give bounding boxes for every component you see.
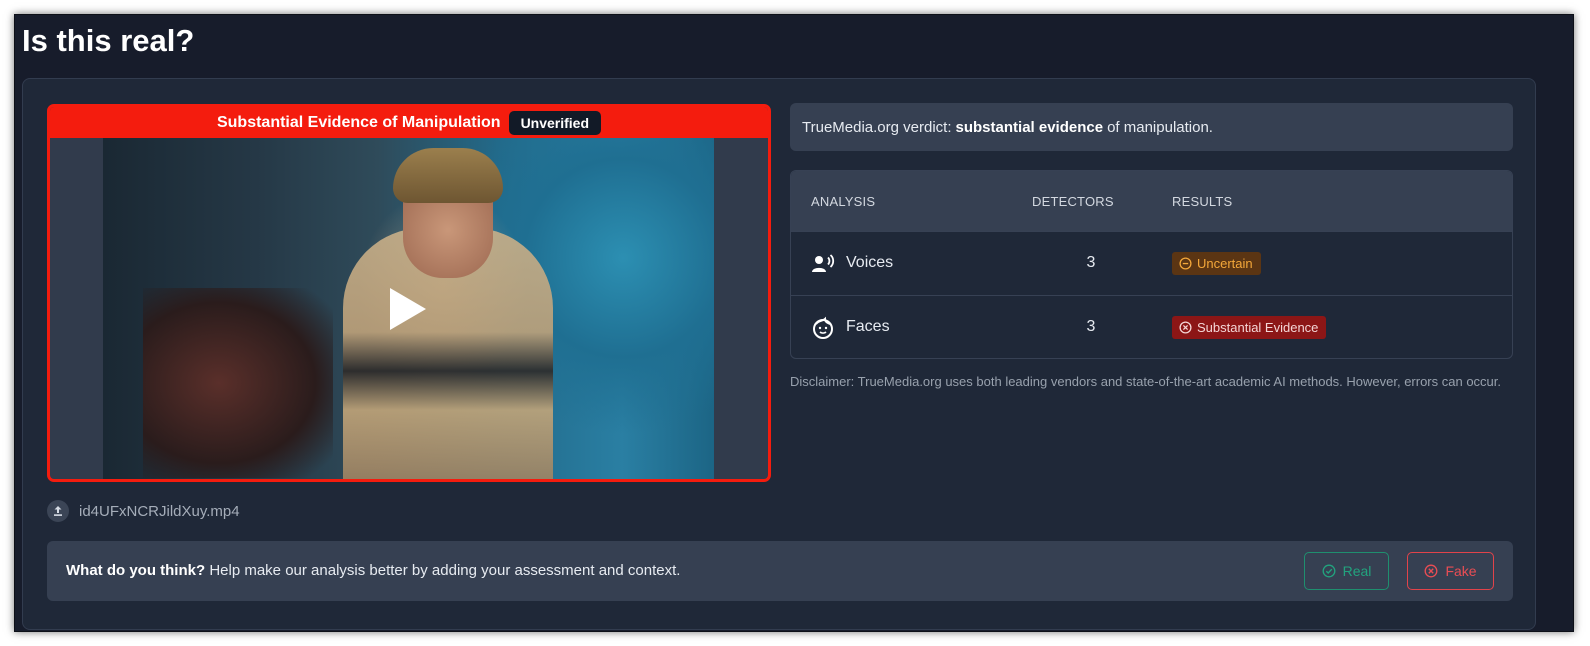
column-header-analysis: ANALYSIS (811, 194, 876, 209)
row-detector-count: 3 (1086, 254, 1096, 271)
uploaded-file: id4UFxNCRJildXuy.mp4 (47, 500, 240, 522)
video-subject-turban (393, 148, 503, 203)
column-header-detectors: DETECTORS (1032, 194, 1114, 209)
verdict-emphasis: substantial evidence (955, 118, 1104, 136)
fake-button-label: Fake (1445, 563, 1477, 579)
result-text: Substantial Evidence (1197, 320, 1319, 335)
real-button-label: Real (1342, 563, 1372, 579)
minus-circle-icon (1179, 257, 1192, 270)
video-verdict-header: Substantial Evidence of Manipulation Unv… (50, 107, 768, 138)
column-header-results: RESULTS (1172, 194, 1233, 209)
row-detector-count: 3 (1086, 318, 1096, 335)
page-title: Is this real? (22, 23, 195, 58)
result-badge-substantial-evidence: Substantial Evidence (1172, 316, 1327, 339)
feedback-question: What do you think? (66, 562, 206, 579)
video-background-figure (143, 288, 333, 478)
row-label: Faces (846, 318, 890, 335)
x-circle-icon (1424, 564, 1438, 578)
real-button[interactable]: Real (1304, 552, 1389, 590)
analysis-card: Substantial Evidence of Manipulation Unv… (22, 78, 1536, 630)
upload-icon (47, 500, 69, 522)
play-icon[interactable] (390, 288, 426, 330)
table-header: ANALYSIS DETECTORS RESULTS (791, 171, 1512, 231)
voice-user-icon (811, 252, 835, 276)
fake-button[interactable]: Fake (1407, 552, 1494, 590)
verdict-prefix: TrueMedia.org verdict: (802, 118, 952, 136)
feedback-text: What do you think? Help make our analysi… (66, 562, 680, 579)
face-icon (811, 316, 835, 340)
disclaimer-text: Disclaimer: TrueMedia.org uses both lead… (790, 374, 1502, 389)
analysis-table: ANALYSIS DETECTORS RESULTS Voices 3 Unce… (790, 170, 1513, 359)
row-label: Voices (846, 254, 894, 271)
feedback-bar: What do you think? Help make our analysi… (47, 541, 1513, 601)
table-row-faces: Faces 3 Substantial Evidence (791, 295, 1512, 358)
result-text: Uncertain (1197, 256, 1253, 271)
video-player[interactable] (103, 138, 714, 479)
x-circle-icon (1179, 321, 1192, 334)
unverified-badge: Unverified (508, 110, 602, 135)
result-badge-uncertain: Uncertain (1172, 252, 1261, 275)
app-window: Is this real? Substantial Evidence of Ma… (14, 14, 1574, 632)
check-circle-icon (1322, 564, 1336, 578)
feedback-prompt: Help make our analysis better by adding … (209, 562, 681, 579)
verdict-suffix: of manipulation. (1107, 118, 1213, 136)
table-row-voices: Voices 3 Uncertain (791, 231, 1512, 295)
file-name: id4UFxNCRJildXuy.mp4 (79, 502, 240, 520)
verdict-banner: TrueMedia.org verdict: substantial evide… (790, 103, 1513, 151)
video-verdict-text: Substantial Evidence of Manipulation (216, 113, 501, 131)
video-container: Substantial Evidence of Manipulation Unv… (47, 104, 771, 482)
